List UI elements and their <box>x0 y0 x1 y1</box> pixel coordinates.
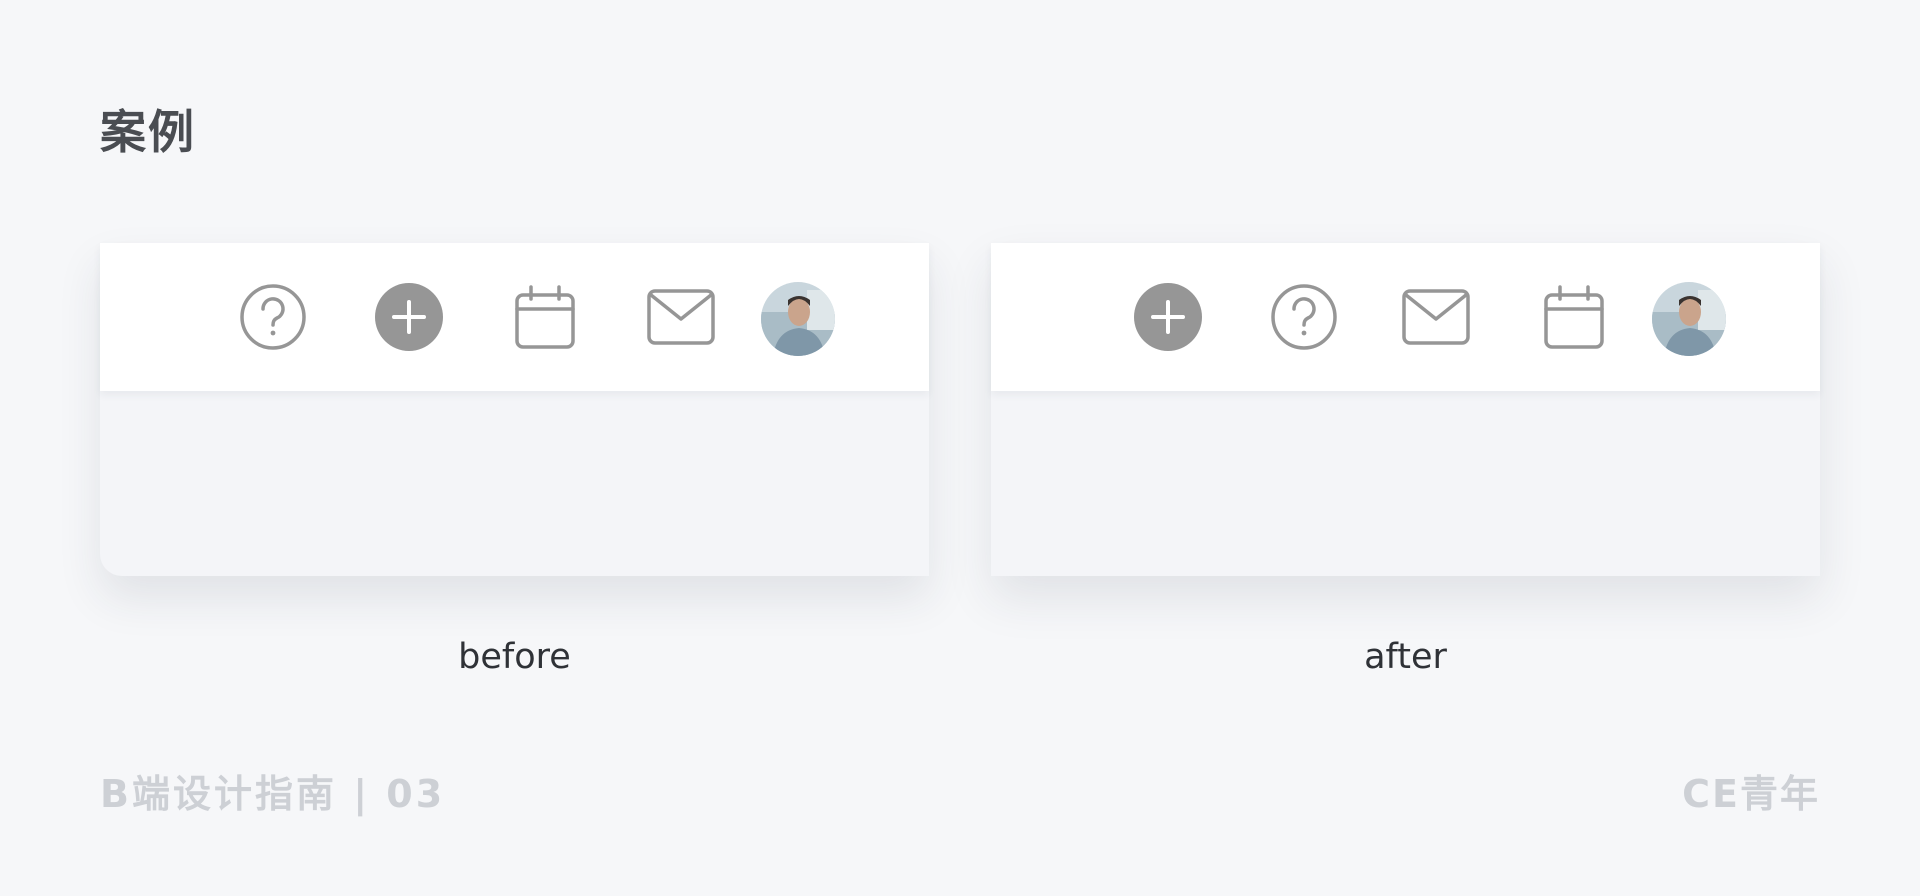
before-card <box>100 243 929 576</box>
mail-icon[interactable] <box>1402 283 1470 351</box>
footer-brand: CE青年 <box>1682 772 1820 816</box>
footer-series-label: B端设计指南 | 03 <box>100 772 446 816</box>
plus-circle-icon[interactable] <box>375 283 443 351</box>
help-circle-icon[interactable] <box>1270 283 1338 351</box>
mail-icon[interactable] <box>647 283 715 351</box>
after-header-bar <box>991 243 1820 391</box>
plus-circle-icon[interactable] <box>1134 283 1202 351</box>
avatar[interactable] <box>761 282 835 356</box>
before-header-bar <box>100 243 929 391</box>
page-title: 案例 <box>100 105 196 159</box>
help-circle-icon[interactable] <box>239 283 307 351</box>
calendar-icon[interactable] <box>511 283 579 351</box>
after-card <box>991 243 1820 576</box>
calendar-icon[interactable] <box>1540 283 1608 351</box>
before-caption: before <box>458 637 571 677</box>
avatar[interactable] <box>1652 282 1726 356</box>
after-caption: after <box>1364 637 1447 677</box>
